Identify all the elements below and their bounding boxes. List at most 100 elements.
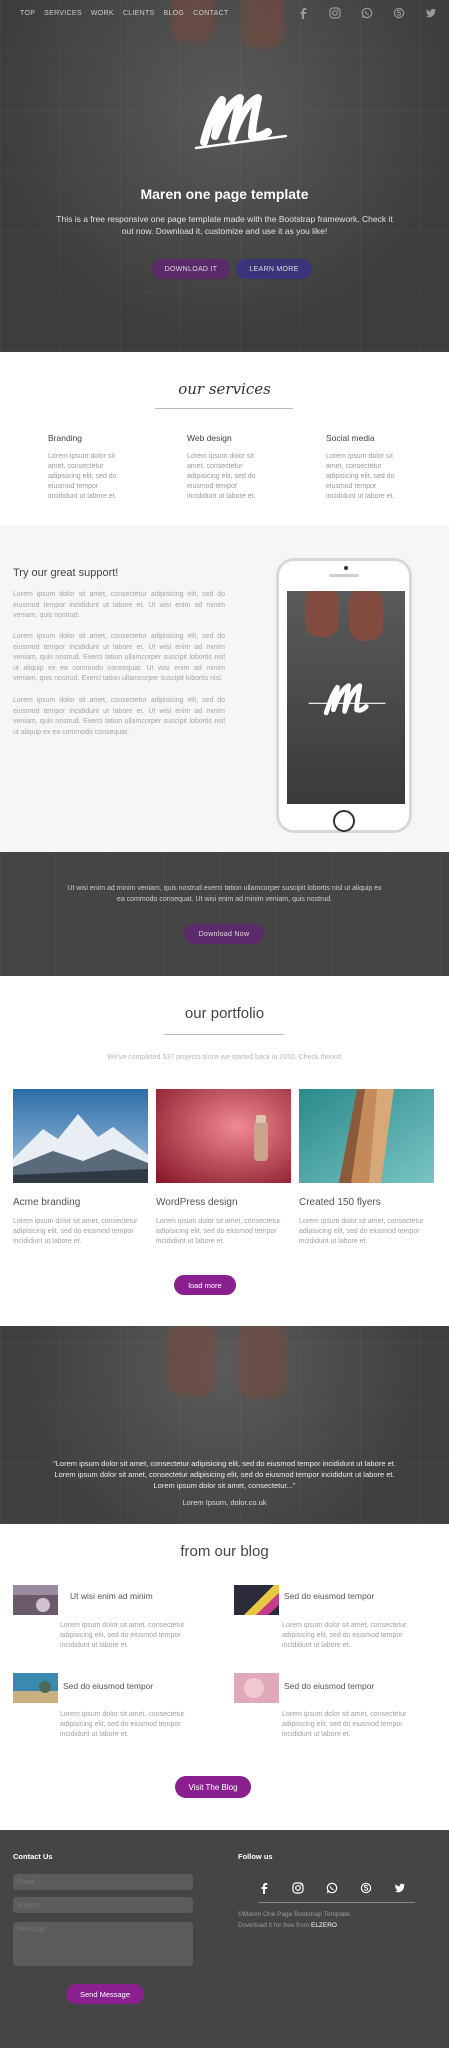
- visit-blog-button[interactable]: Visit The Blog: [175, 1776, 251, 1798]
- footer-divider: [258, 1902, 415, 1903]
- portfolio-item-text: Lorem ipsum dolor sit amet, consectetur …: [156, 1218, 281, 1245]
- portfolio-item[interactable]: WordPress design Lorem ipsum dolor sit a…: [156, 1089, 291, 1247]
- follow-title: Follow us: [238, 1852, 273, 1861]
- learn-more-button[interactable]: LEARN MORE: [236, 259, 312, 279]
- twitter-icon[interactable]: [425, 7, 437, 19]
- hero-title: Maren one page template: [140, 186, 309, 202]
- service-text: Lorem ipsum dolor sit amet, consectetur …: [326, 453, 395, 500]
- download-credit: Download it for free from ELZERO: [238, 1920, 350, 1931]
- whatsapp-icon[interactable]: [326, 1882, 338, 1894]
- phone-speaker: [329, 574, 359, 577]
- maren-logo: [308, 683, 386, 716]
- blog-post-text: Lorem ipsum dolor sit amet, consectetur …: [282, 1711, 407, 1738]
- band-text: Ut wisi enim ad minim veniam, quis nostr…: [67, 885, 382, 903]
- support-paragraph: Lorem ipsum dolor sit amet, consectetur …: [13, 591, 225, 619]
- blog-thumbnail[interactable]: [234, 1673, 279, 1703]
- portfolio-item[interactable]: Created 150 flyers Lorem ipsum dolor sit…: [299, 1089, 434, 1247]
- top-nav: TOP SERVICES WORK CLIENTS BLOG CONTACT: [0, 0, 449, 26]
- service-title: Web design: [187, 433, 232, 443]
- footer: Contact Us Send Message Follow us ©Maren…: [0, 1830, 449, 2048]
- shoe-image: [349, 591, 383, 641]
- service-card: Web design Lorem ipsum dolor sit amet, c…: [187, 433, 267, 502]
- support-title: Try our great support!: [13, 567, 119, 579]
- blog-post-title[interactable]: Sed do eiusmod tempor: [284, 1681, 374, 1691]
- support-section: Try our great support! Lorem ipsum dolor…: [0, 526, 449, 852]
- title-divider: [155, 408, 293, 409]
- nav-links: TOP SERVICES WORK CLIENTS BLOG CONTACT: [20, 10, 238, 17]
- blog-title: from our blog: [180, 1543, 269, 1560]
- service-text: Lorem ipsum dolor sit amet, consectetur …: [187, 453, 256, 500]
- nav-link-top[interactable]: TOP: [20, 10, 35, 17]
- download-button[interactable]: DOWNLOAD IT: [152, 259, 230, 279]
- portfolio-item-text: Lorem ipsum dolor sit amet, consectetur …: [299, 1218, 424, 1245]
- service-card: Branding Lorem ipsum dolor sit amet, con…: [48, 433, 128, 502]
- nav-link-contact[interactable]: CONTACT: [193, 10, 228, 17]
- hero-subtitle: This is a free responsive one page templ…: [56, 214, 393, 236]
- blog-thumbnail[interactable]: [13, 1585, 58, 1615]
- building-image: [299, 1089, 434, 1183]
- instagram-icon[interactable]: [292, 1882, 304, 1894]
- send-message-button[interactable]: Send Message: [66, 1984, 144, 2004]
- phone-home-button: [333, 810, 355, 832]
- blog-thumbnail[interactable]: [13, 1673, 58, 1703]
- phone-screen: [287, 591, 405, 804]
- portfolio-item-title: Created 150 flyers: [299, 1197, 381, 1208]
- phone-mockup: [276, 558, 412, 833]
- contact-title: Contact Us: [13, 1852, 53, 1861]
- service-text: Lorem ipsum dolor sit amet, consectetur …: [48, 453, 117, 500]
- maren-logo: [194, 94, 288, 150]
- facebook-icon[interactable]: [258, 1882, 270, 1894]
- download-now-button[interactable]: Download Now: [184, 924, 264, 944]
- service-title: Branding: [48, 433, 83, 443]
- portfolio-item-text: Lorem ipsum dolor sit amet, consectetur …: [13, 1218, 138, 1245]
- email-field[interactable]: [13, 1874, 193, 1890]
- red-bottle-image: [156, 1089, 291, 1183]
- portfolio-title: our portfolio: [184, 1005, 265, 1022]
- portfolio-subtitle: We've completed 537 projects since we st…: [107, 1054, 342, 1061]
- skype-icon[interactable]: [393, 7, 405, 19]
- shoe-image: [168, 1326, 216, 1396]
- download-prefix: Download it for free from: [238, 1922, 310, 1929]
- facebook-icon[interactable]: [297, 7, 309, 19]
- instagram-icon[interactable]: [329, 7, 341, 19]
- nav-link-clients[interactable]: CLIENTS: [123, 10, 155, 17]
- blog-post-title[interactable]: Ut wisi enim ad minim: [70, 1591, 153, 1601]
- blog-post-text: Lorem ipsum dolor sit amet, consectetur …: [60, 1622, 185, 1649]
- testimonial-author: Lorem Ipsum, dolor.co.uk: [182, 1498, 267, 1507]
- blog-post-title[interactable]: Sed do eiusmod tempor: [63, 1681, 153, 1691]
- twitter-icon[interactable]: [394, 1882, 406, 1894]
- support-paragraph: Lorem ipsum dolor sit amet, consectetur …: [13, 633, 225, 682]
- nav-link-services[interactable]: SERVICES: [44, 10, 82, 17]
- hero-section: TOP SERVICES WORK CLIENTS BLOG CONTACT M…: [0, 0, 449, 352]
- service-title: Social media: [326, 433, 375, 443]
- skype-icon[interactable]: [360, 1882, 372, 1894]
- nav-link-work[interactable]: WORK: [91, 10, 114, 17]
- testimonial-quote: "Lorem ipsum dolor sit amet, consectetur…: [53, 1459, 396, 1490]
- whatsapp-icon[interactable]: [361, 7, 373, 19]
- services-title: our services: [178, 380, 271, 398]
- portfolio-item-title: WordPress design: [156, 1197, 238, 1208]
- testimonial-section: "Lorem ipsum dolor sit amet, consectetur…: [0, 1326, 449, 1524]
- blog-post-text: Lorem ipsum dolor sit amet, consectetur …: [60, 1711, 185, 1738]
- mountain-image: [13, 1089, 148, 1183]
- title-divider: [164, 1034, 284, 1035]
- shoe-image: [305, 591, 339, 637]
- subject-field[interactable]: [13, 1897, 193, 1913]
- load-more-button[interactable]: load more: [174, 1275, 236, 1295]
- shoe-image: [238, 1326, 286, 1398]
- blog-post-text: Lorem ipsum dolor sit amet, consectetur …: [282, 1622, 407, 1649]
- copyright: ©Maren One Page Bootstrap Template Downl…: [238, 1909, 350, 1931]
- phone-camera: [344, 566, 348, 570]
- blog-thumbnail[interactable]: [234, 1585, 279, 1615]
- message-field[interactable]: [13, 1922, 193, 1966]
- portfolio-item[interactable]: Acme branding Lorem ipsum dolor sit amet…: [13, 1089, 148, 1247]
- nav-link-blog[interactable]: BLOG: [164, 10, 185, 17]
- service-card: Social media Lorem ipsum dolor sit amet,…: [326, 433, 406, 502]
- blog-post-title[interactable]: Sed do eiusmod tempor: [284, 1591, 374, 1601]
- portfolio-item-title: Acme branding: [13, 1197, 81, 1208]
- brand-link[interactable]: ELZERO: [311, 1922, 337, 1929]
- support-paragraph: Lorem ipsum dolor sit amet, consectetur …: [13, 697, 225, 736]
- footer-social: [258, 1882, 406, 1894]
- cta-band: Ut wisi enim ad minim veniam, quis nostr…: [0, 852, 449, 976]
- copyright-text: ©Maren One Page Bootstrap Template: [238, 1911, 350, 1918]
